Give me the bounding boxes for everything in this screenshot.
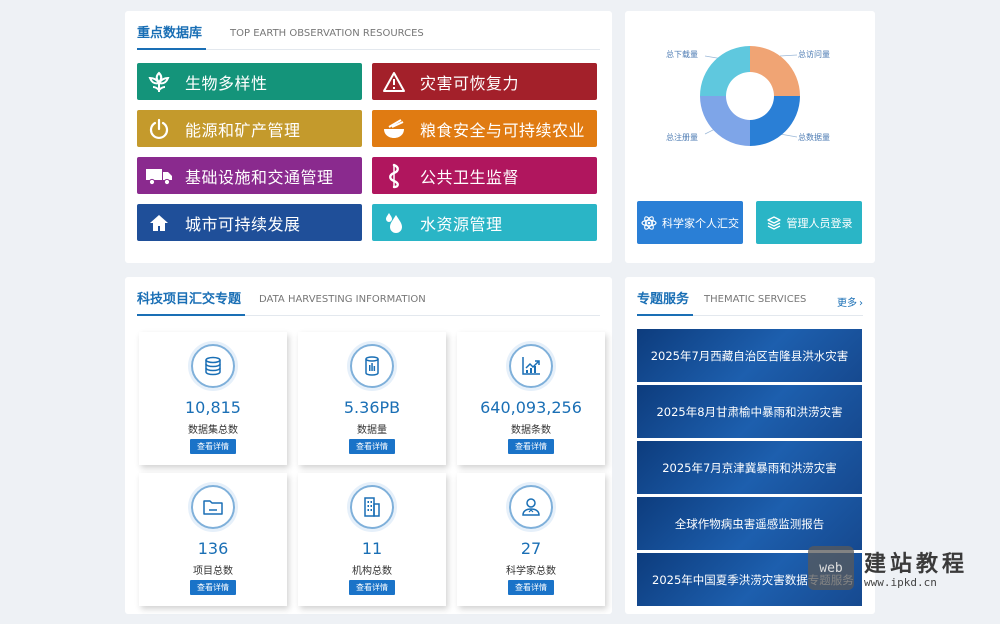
view-details-button[interactable]: 查看详情 (349, 580, 395, 595)
projects-header: 科技项目汇交专题 DATA HARVESTING INFORMATION (137, 291, 600, 316)
view-details-button[interactable]: 查看详情 (508, 439, 554, 454)
db-energy-label: 能源和矿产管理 (185, 120, 301, 140)
stat-card-projects: 136 项目总数 查看详情 (139, 473, 287, 606)
stat-value: 136 (197, 539, 229, 558)
db-energy-button[interactable]: 能源和矿产管理 (137, 110, 362, 147)
service-item[interactable]: 2025年7月京津冀暴雨和洪涝灾害 (637, 441, 862, 494)
stat-card-scientists: 27 科学家总数 查看详情 (457, 473, 605, 606)
database-icon (191, 344, 235, 388)
stat-label: 科学家总数 (506, 566, 556, 577)
stat-label: 项目总数 (193, 566, 233, 577)
donut-slice (750, 96, 800, 146)
chart-label-registrations: 总注册量 (666, 133, 698, 142)
donut-slice (750, 46, 800, 96)
stat-label: 数据集总数 (188, 425, 238, 436)
key-databases-panel: 重点数据库 TOP EARTH OBSERVATION RESOURCES 生物… (125, 11, 612, 263)
layers-icon (766, 215, 782, 231)
chart-label-downloads: 总下载量 (666, 50, 698, 59)
folder-icon (191, 485, 235, 529)
db-health-button[interactable]: 公共卫生监督 (372, 157, 597, 194)
databases-subtitle: TOP EARTH OBSERVATION RESOURCES (230, 28, 424, 39)
service-item[interactable]: 2025年7月西藏自治区吉隆县洪水灾害 (637, 329, 862, 382)
stat-label: 数据条数 (511, 425, 551, 436)
scientist-submit-button[interactable]: 科学家个人汇交 (637, 201, 743, 244)
stat-value: 5.36PB (343, 398, 401, 417)
db-water-button[interactable]: 水资源管理 (372, 204, 597, 241)
admin-login-label: 管理人员登录 (786, 216, 853, 230)
db-biodiversity-button[interactable]: 生物多样性 (137, 63, 362, 100)
storage-icon (350, 344, 394, 388)
stat-card-records: 640,093,256 数据条数 查看详情 (457, 332, 605, 465)
services-header: 专题服务 THEMATIC SERVICES 更多 › (637, 291, 863, 316)
stat-card-volume: 5.36PB 数据量 查看详情 (298, 332, 446, 465)
overview-donut-chart (700, 46, 800, 146)
db-disaster-button[interactable]: 灾害可恢复力 (372, 63, 597, 100)
chevron-right-icon: › (859, 298, 863, 309)
databases-title: 重点数据库 (137, 25, 207, 50)
health-icon (376, 157, 412, 194)
db-urban-label: 城市可持续发展 (185, 214, 301, 234)
db-health-label: 公共卫生监督 (420, 167, 520, 187)
databases-header: 重点数据库 TOP EARTH OBSERVATION RESOURCES (137, 25, 600, 50)
warning-icon (376, 63, 412, 100)
db-urban-button[interactable]: 城市可持续发展 (137, 204, 362, 241)
watermark-name: 建站教程 (864, 551, 969, 577)
chart-icon (509, 344, 553, 388)
service-item[interactable]: 2025年8月甘肃榆中暴雨和洪涝灾害 (637, 385, 862, 438)
view-details-button[interactable]: 查看详情 (190, 439, 236, 454)
view-details-button[interactable]: 查看详情 (190, 580, 236, 595)
donut-slice (700, 96, 750, 146)
more-link[interactable]: 更多 › (837, 294, 863, 309)
power-icon (141, 110, 177, 147)
truck-icon (141, 157, 177, 194)
chart-label-visits: 总访问量 (798, 50, 830, 59)
watermark-url: www.ipkd.cn (864, 576, 937, 589)
db-food-button[interactable]: 粮食安全与可持续农业 (372, 110, 597, 147)
view-details-button[interactable]: 查看详情 (508, 580, 554, 595)
stat-card-datasets: 10,815 数据集总数 查看详情 (139, 332, 287, 465)
biodiversity-icon (141, 63, 177, 100)
services-title: 专题服务 (637, 291, 694, 316)
atom-icon (641, 215, 657, 231)
stat-value: 10,815 (185, 398, 241, 417)
donut-slice (700, 46, 750, 96)
projects-panel: 科技项目汇交专题 DATA HARVESTING INFORMATION 10,… (125, 277, 612, 614)
water-drop-icon (376, 204, 412, 241)
watermark-logo: web (808, 546, 854, 590)
user-icon (509, 485, 553, 529)
admin-login-button[interactable]: 管理人员登录 (756, 201, 862, 244)
scientist-submit-label: 科学家个人汇交 (662, 216, 739, 230)
bowl-icon (376, 110, 412, 147)
services-subtitle: THEMATIC SERVICES (704, 294, 807, 305)
watermark: web 建站教程 www.ipkd.cn (808, 544, 1000, 594)
stat-label: 数据量 (357, 425, 387, 436)
service-item[interactable]: 全球作物病虫害遥感监测报告 (637, 497, 862, 550)
stat-value: 11 (361, 539, 383, 558)
db-food-label: 粮食安全与可持续农业 (420, 120, 586, 140)
overview-panel: 总访问量 总数据量 总注册量 总下载量 科学家个人汇交 管理人员登录 (625, 11, 875, 263)
db-infrastructure-button[interactable]: 基础设施和交通管理 (137, 157, 362, 194)
projects-subtitle: DATA HARVESTING INFORMATION (259, 294, 426, 305)
db-infrastructure-label: 基础设施和交通管理 (185, 167, 334, 187)
stat-value: 640,093,256 (480, 398, 582, 417)
chart-label-data: 总数据量 (798, 133, 830, 142)
projects-title: 科技项目汇交专题 (137, 291, 246, 316)
db-water-label: 水资源管理 (420, 214, 503, 234)
stat-label: 机构总数 (352, 566, 392, 577)
view-details-button[interactable]: 查看详情 (349, 439, 395, 454)
db-disaster-label: 灾害可恢复力 (420, 73, 520, 93)
home-icon (141, 204, 177, 241)
stat-value: 27 (520, 539, 542, 558)
db-biodiversity-label: 生物多样性 (185, 73, 268, 93)
more-label: 更多 (837, 298, 857, 309)
building-icon (350, 485, 394, 529)
stat-card-institutions: 11 机构总数 查看详情 (298, 473, 446, 606)
